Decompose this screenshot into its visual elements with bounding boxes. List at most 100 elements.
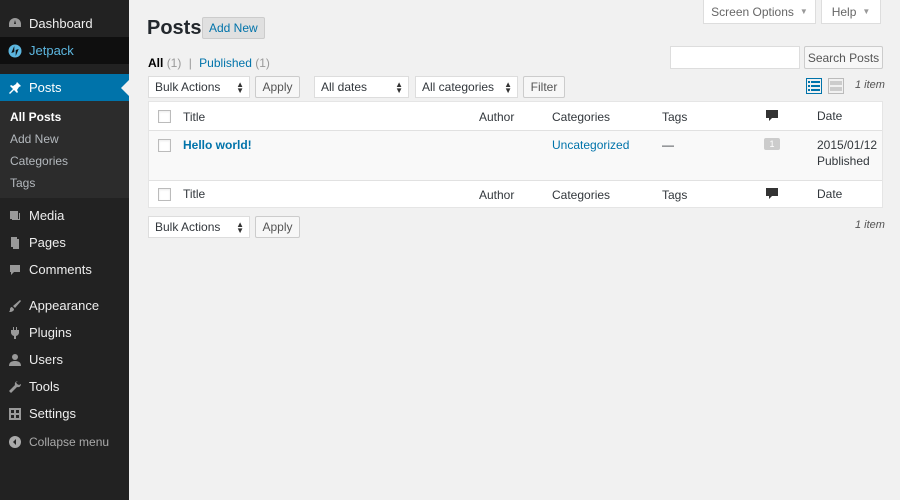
filter-all-link[interactable]: All xyxy=(148,56,163,70)
comment-count: 1 xyxy=(769,139,775,149)
post-category-link[interactable]: Uncategorized xyxy=(552,138,629,152)
sidebar-item-posts[interactable]: Posts xyxy=(0,74,129,101)
screen-options-button[interactable]: Screen Options ▼ xyxy=(703,0,816,24)
column-footer-date[interactable]: Date xyxy=(817,187,842,201)
add-new-post-button[interactable]: Add New xyxy=(202,17,265,39)
category-filter-select[interactable]: All categories ▲ ▼ xyxy=(415,76,518,98)
apply-button-top[interactable]: Apply xyxy=(255,76,300,98)
search-input[interactable] xyxy=(670,46,800,69)
column-header-categories: Categories xyxy=(552,110,611,124)
comments-column-icon[interactable] xyxy=(765,110,779,121)
comment-count-bubble[interactable]: 1 xyxy=(764,138,780,150)
sidebar-item-label: Tools xyxy=(29,379,60,394)
table-row: Hello world! Uncategorized — 1 2015/01/1… xyxy=(149,131,882,180)
posts-table: Title Author Categories Tags Date Hello … xyxy=(148,101,883,208)
table-header-row: Title Author Categories Tags Date xyxy=(149,102,882,131)
media-icon xyxy=(8,209,22,223)
column-footer-tags: Tags xyxy=(662,188,688,202)
submenu-categories[interactable]: Categories xyxy=(0,150,129,172)
page-title: Posts xyxy=(147,17,202,39)
post-status: Published xyxy=(817,154,870,168)
sidebar-item-label: Media xyxy=(29,208,65,223)
dropdown-arrow-icon: ▼ xyxy=(799,7,808,16)
comments-column-icon[interactable] xyxy=(765,188,779,199)
select-all-checkbox-footer[interactable] xyxy=(158,188,171,201)
select-caret-icon: ▲ ▼ xyxy=(236,220,244,235)
submenu-add-new[interactable]: Add New xyxy=(0,128,129,150)
comments-icon xyxy=(8,263,22,277)
paintbrush-icon xyxy=(8,299,22,313)
sidebar-item-label: Comments xyxy=(29,262,92,277)
dashboard-icon xyxy=(8,17,22,31)
submenu-tags[interactable]: Tags xyxy=(0,172,129,194)
sidebar-item-plugins[interactable]: Plugins xyxy=(0,319,129,346)
bulk-actions-select-top[interactable]: Bulk Actions ▲ ▼ xyxy=(148,76,250,98)
row-checkbox[interactable] xyxy=(158,139,171,152)
column-footer-author: Author xyxy=(479,188,515,202)
sidebar-item-settings[interactable]: Settings xyxy=(0,400,129,427)
help-button[interactable]: Help ▼ xyxy=(821,0,881,24)
column-header-date[interactable]: Date xyxy=(817,109,842,123)
sidebar-item-label: Posts xyxy=(29,80,62,95)
post-date: 2015/01/12 xyxy=(817,138,878,152)
post-status-filters: All (1) | Published (1) xyxy=(148,56,270,70)
bulk-actions-value: Bulk Actions xyxy=(155,220,221,234)
filter-published-link[interactable]: Published xyxy=(199,56,252,70)
sidebar-item-comments[interactable]: Comments xyxy=(0,256,129,283)
sidebar-item-label: Users xyxy=(29,352,63,367)
users-icon xyxy=(8,353,22,367)
search-posts-button[interactable]: Search Posts xyxy=(804,46,883,69)
sidebar-item-label: Jetpack xyxy=(29,43,74,58)
table-footer-row: Title Author Categories Tags Date xyxy=(149,180,882,208)
settings-icon xyxy=(8,407,22,421)
collapse-arrow-icon xyxy=(8,435,22,449)
sidebar-item-pages[interactable]: Pages xyxy=(0,229,129,256)
select-all-checkbox[interactable] xyxy=(158,110,171,123)
apply-button-bottom[interactable]: Apply xyxy=(255,216,300,238)
collapse-menu-button[interactable]: Collapse menu xyxy=(0,428,129,455)
bulk-actions-select-bottom[interactable]: Bulk Actions ▲ ▼ xyxy=(148,216,250,238)
column-footer-title[interactable]: Title xyxy=(183,187,205,201)
collapse-menu-label: Collapse menu xyxy=(29,434,110,449)
select-caret-icon: ▲ ▼ xyxy=(236,80,244,95)
list-view-icon[interactable] xyxy=(806,78,822,94)
date-filter-select[interactable]: All dates ▲ ▼ xyxy=(314,76,409,98)
column-header-title[interactable]: Title xyxy=(183,110,205,124)
select-caret-icon: ▲ ▼ xyxy=(395,80,403,95)
sidebar-item-appearance[interactable]: Appearance xyxy=(0,292,129,319)
dropdown-arrow-icon: ▼ xyxy=(862,7,871,16)
pushpin-icon xyxy=(8,81,22,95)
post-title-link[interactable]: Hello world! xyxy=(183,138,252,152)
items-count-top: 1 item xyxy=(855,79,885,91)
sidebar-item-label: Dashboard xyxy=(29,16,93,31)
plugin-icon xyxy=(8,326,22,340)
sidebar-item-dashboard[interactable]: Dashboard xyxy=(0,10,129,37)
sidebar-item-label: Settings xyxy=(29,406,76,421)
screen-options-label: Screen Options xyxy=(711,4,794,19)
filter-separator: | xyxy=(188,56,192,70)
items-count-bottom: 1 item xyxy=(855,219,885,231)
wrench-icon xyxy=(8,380,22,394)
help-label: Help xyxy=(831,4,857,19)
submenu-all-posts[interactable]: All Posts xyxy=(0,106,129,128)
column-header-tags: Tags xyxy=(662,110,688,124)
sidebar-item-label: Pages xyxy=(29,235,66,250)
filter-all-count: (1) xyxy=(166,56,182,70)
sidebar-item-users[interactable]: Users xyxy=(0,346,129,373)
post-tags: — xyxy=(662,138,674,152)
sidebar-item-jetpack[interactable]: Jetpack xyxy=(0,37,129,64)
sidebar-item-tools[interactable]: Tools xyxy=(0,373,129,400)
pages-icon xyxy=(8,236,22,250)
sidebar-item-label: Plugins xyxy=(29,325,72,340)
sidebar-item-media[interactable]: Media xyxy=(0,202,129,229)
excerpt-view-icon[interactable] xyxy=(828,78,844,94)
filter-button[interactable]: Filter xyxy=(523,76,565,98)
jetpack-icon xyxy=(8,44,22,58)
filter-published-count: (1) xyxy=(255,56,270,70)
date-filter-value: All dates xyxy=(321,80,368,94)
bulk-actions-value: Bulk Actions xyxy=(155,80,221,94)
column-header-author: Author xyxy=(479,110,515,124)
sidebar-item-label: Appearance xyxy=(29,298,100,313)
admin-sidebar: Dashboard Jetpack Posts All Posts Add Ne… xyxy=(0,0,129,500)
select-caret-icon: ▲ ▼ xyxy=(504,80,512,95)
